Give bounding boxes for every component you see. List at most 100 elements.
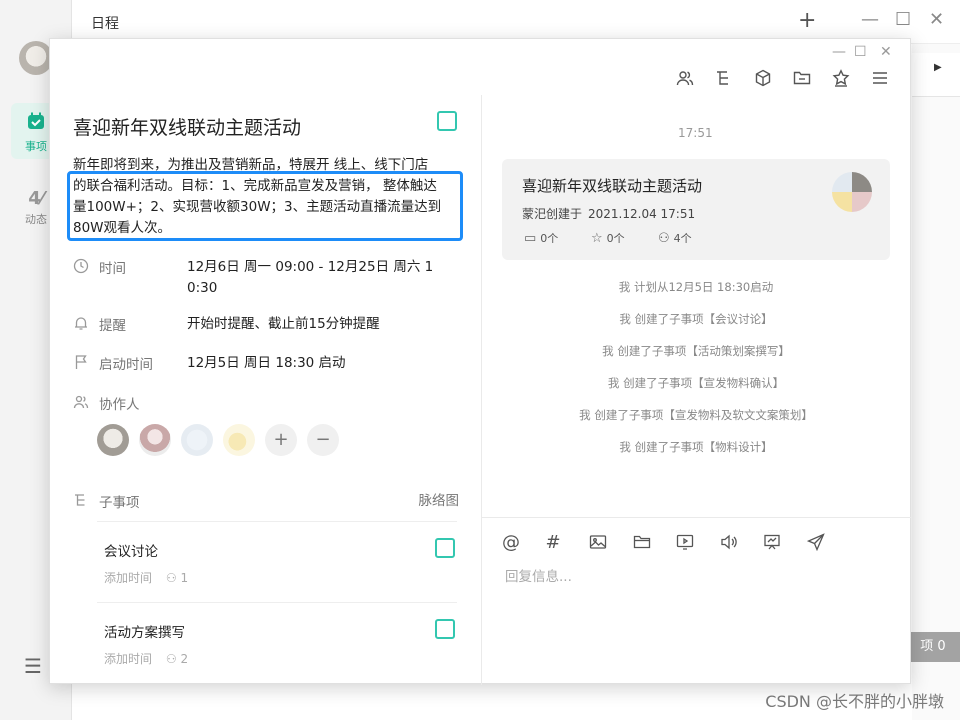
watermark: CSDN @长不胖的小胖墩 [765,692,944,711]
collaborator-avatar[interactable] [181,424,213,456]
folder-icon: ▭ [524,230,537,246]
maximize-icon[interactable]: ☐ [895,9,911,30]
minimize-icon[interactable]: — [861,9,879,30]
subtask-checkbox[interactable] [435,538,455,558]
user-avatar[interactable] [19,41,53,75]
activity-time: 17:51 [678,126,713,140]
collaborators-label: 协作人 [99,397,140,413]
task-complete-checkbox[interactable] [437,111,457,131]
folder-icon[interactable] [789,67,814,89]
hamburger-menu-icon[interactable]: ☰ [24,654,42,678]
creator-text: 蒙汜创建于 [522,207,583,221]
remove-collaborator-button[interactable]: − [307,424,339,456]
right-pane [912,44,960,720]
caret-right-icon[interactable]: ▶ [934,62,942,73]
subtasks-label: 子事项 [99,495,140,511]
task-detail-window: — ☐ ✕ 喜迎新年双线联动主题活动 新年即将到来，为推出及营销新品，特展开 线… [49,38,912,685]
add-icon[interactable]: + [798,8,816,33]
person-icon: ⚇ [658,230,670,246]
subtask-tree-icon[interactable] [711,67,736,89]
composer-toolbar: @ # [502,531,850,553]
stars-count: 0个 [606,232,625,245]
activity-log-item: 我 创建了子事项【物料设计】 [619,440,773,454]
right-pane-header [912,53,960,97]
subtask-tree-icon [73,492,89,512]
modal-toolbar [672,67,892,89]
subtask-member-count: 2 [180,652,189,666]
subtask-name: 活动方案撰写 [104,625,185,641]
collaborator-avatars: + − [97,424,339,456]
stars-stat: ☆ 0个 [591,230,658,246]
speaker-icon[interactable] [720,531,764,553]
nav-label-tasks: 事项 [25,140,47,153]
subtask-item[interactable]: 会议讨论 添加时间 ⚇ 1 [97,521,457,601]
subtask-added-time: 添加时间 [104,652,153,666]
activity-log-item: 我 创建了子事项【会议讨论】 [619,312,773,326]
collaborator-avatar[interactable] [139,424,171,456]
activity-log-item: 我 计划从12月5日 18:30启动 [618,280,774,294]
members-count: 4个 [673,232,692,245]
flag-icon [73,354,89,370]
modal-close-icon[interactable]: ✕ [880,44,892,60]
person-icon: ⚇ [165,571,177,585]
subtask-member-count: 1 [180,571,189,585]
nav-label-activity: 动态 [25,213,47,226]
pane-divider [481,95,482,685]
collaborator-avatar[interactable] [223,424,255,456]
task-title[interactable]: 喜迎新年双线联动主题活动 [73,113,301,140]
subtask-meta: 添加时间 ⚇ 1 [104,569,188,586]
send-icon[interactable] [806,531,851,553]
subtask-name: 会议讨论 [104,544,158,560]
app-title: 日程 [91,16,119,32]
subtask-item[interactable]: 活动方案撰写 添加时间 ⚇ 2 [97,602,457,682]
screen-share-icon[interactable] [676,531,720,553]
cube-icon[interactable] [750,67,775,89]
members-icon[interactable] [672,67,697,89]
close-icon[interactable]: ✕ [929,9,944,30]
start-time-label: 启动时间 [99,357,153,373]
subtask-added-time: 添加时间 [104,571,153,585]
collaborator-avatar[interactable] [97,424,129,456]
clock-icon [73,258,89,274]
time-value: 12月6日 周一 09:00 - 12月25日 周六 1 0:30 [187,257,433,299]
modal-maximize-icon[interactable]: ☐ [854,44,867,60]
people-icon [73,394,89,410]
card-creator: 蒙汜创建于 2021.12.04 17:51 [522,205,695,222]
highlight-annotation [67,171,463,241]
time-label: 时间 [99,261,126,277]
subtask-checkbox[interactable] [435,619,455,639]
time-value-line1: 12月6日 周一 09:00 - 12月25日 周六 1 [187,259,434,275]
star-icon[interactable] [828,67,853,89]
folder-icon[interactable] [633,531,677,553]
activity-log-item: 我 创建了子事项【宣发物料及软文文案策划】 [579,408,813,422]
time-value-line2: 0:30 [187,280,218,296]
start-time-value: 12月5日 周日 18:30 启动 [187,355,346,371]
reminder-label: 提醒 [99,318,126,334]
task-summary-card[interactable]: 喜迎新年双线联动主题活动 蒙汜创建于 2021.12.04 17:51 ▭ 0个 ☆… [502,159,890,260]
mindmap-link[interactable]: 脉络图 [419,489,460,509]
add-collaborator-button[interactable]: + [265,424,297,456]
members-stat: ⚇ 4个 [658,230,725,246]
created-date: 2021.12.04 17:51 [588,207,696,221]
board-icon[interactable] [763,531,807,553]
card-title: 喜迎新年双线联动主题活动 [522,177,703,195]
star-icon: ☆ [591,230,603,246]
composer-divider [482,517,912,518]
more-menu-icon[interactable] [867,67,892,89]
subtask-meta: 添加时间 ⚇ 2 [104,650,188,667]
mention-icon[interactable]: @ [502,531,546,553]
card-stats: ▭ 0个 ☆ 0个 ⚇ 4个 [524,230,725,246]
files-count: 0个 [540,232,559,245]
modal-minimize-icon[interactable]: — [832,44,846,60]
image-icon[interactable] [589,531,633,553]
reminder-value: 开始时提醒、截止前15分钟提醒 [187,316,380,332]
group-avatar [832,172,872,212]
files-stat: ▭ 0个 [524,230,591,246]
activity-log-item: 我 创建了子事项【活动策划案撰写】 [602,344,790,358]
person-icon: ⚇ [165,652,177,666]
reply-input[interactable]: 回复信息... [505,565,572,585]
pending-badge[interactable]: 项 0 [906,632,960,662]
bell-icon [73,315,89,331]
activity-log-item: 我 创建了子事项【宣发物料确认】 [607,376,785,390]
hashtag-icon[interactable]: # [546,531,590,553]
